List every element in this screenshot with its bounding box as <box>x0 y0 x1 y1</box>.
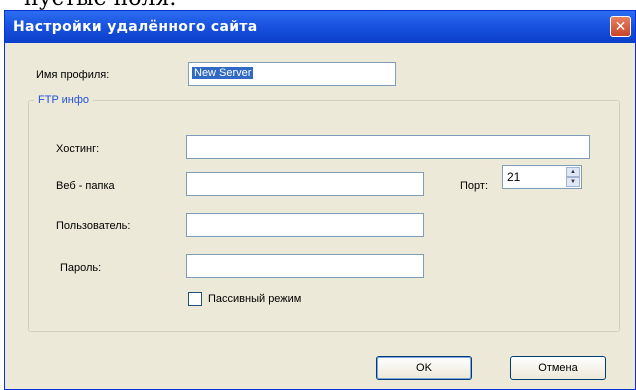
close-button[interactable]: ✕ <box>610 16 631 37</box>
web-folder-input[interactable] <box>186 172 424 196</box>
web-folder-label: Веб - папка <box>56 180 115 192</box>
profile-name-label: Имя профиля: <box>36 69 110 81</box>
host-label: Хостинг: <box>56 143 100 155</box>
close-icon: ✕ <box>614 18 627 35</box>
ftp-info-legend: FTP инфо <box>34 94 94 106</box>
spin-down-icon[interactable]: ▼ <box>566 177 580 187</box>
port-spin-buttons: ▲ ▼ <box>566 167 580 187</box>
ok-button-label: OK <box>416 362 432 374</box>
title-bar[interactable]: Настройки удалённого сайта ✕ <box>5 11 635 43</box>
top-caption: пустые поля. <box>0 0 636 10</box>
port-value: 21 <box>507 170 521 184</box>
port-spinner[interactable]: 21 ▲ ▼ <box>502 165 582 189</box>
ok-button[interactable]: OK <box>376 356 472 380</box>
profile-name-input[interactable]: New Server <box>188 62 396 86</box>
profile-name-value: New Server <box>192 67 254 79</box>
spin-up-icon[interactable]: ▲ <box>566 167 580 177</box>
passive-mode-checkbox[interactable] <box>188 292 202 306</box>
top-caption-text: пустые поля. <box>24 0 636 10</box>
user-label: Пользователь: <box>56 220 131 232</box>
cancel-button-label: Отмена <box>538 362 578 374</box>
user-input[interactable] <box>186 213 424 237</box>
passive-mode-label: Пассивный режим <box>208 293 302 305</box>
password-label: Пароль: <box>60 262 102 274</box>
host-input[interactable] <box>186 135 590 159</box>
window-title: Настройки удалённого сайта <box>13 19 258 35</box>
cancel-button[interactable]: Отмена <box>510 356 606 380</box>
port-label: Порт: <box>460 180 488 192</box>
password-input[interactable] <box>186 254 424 278</box>
